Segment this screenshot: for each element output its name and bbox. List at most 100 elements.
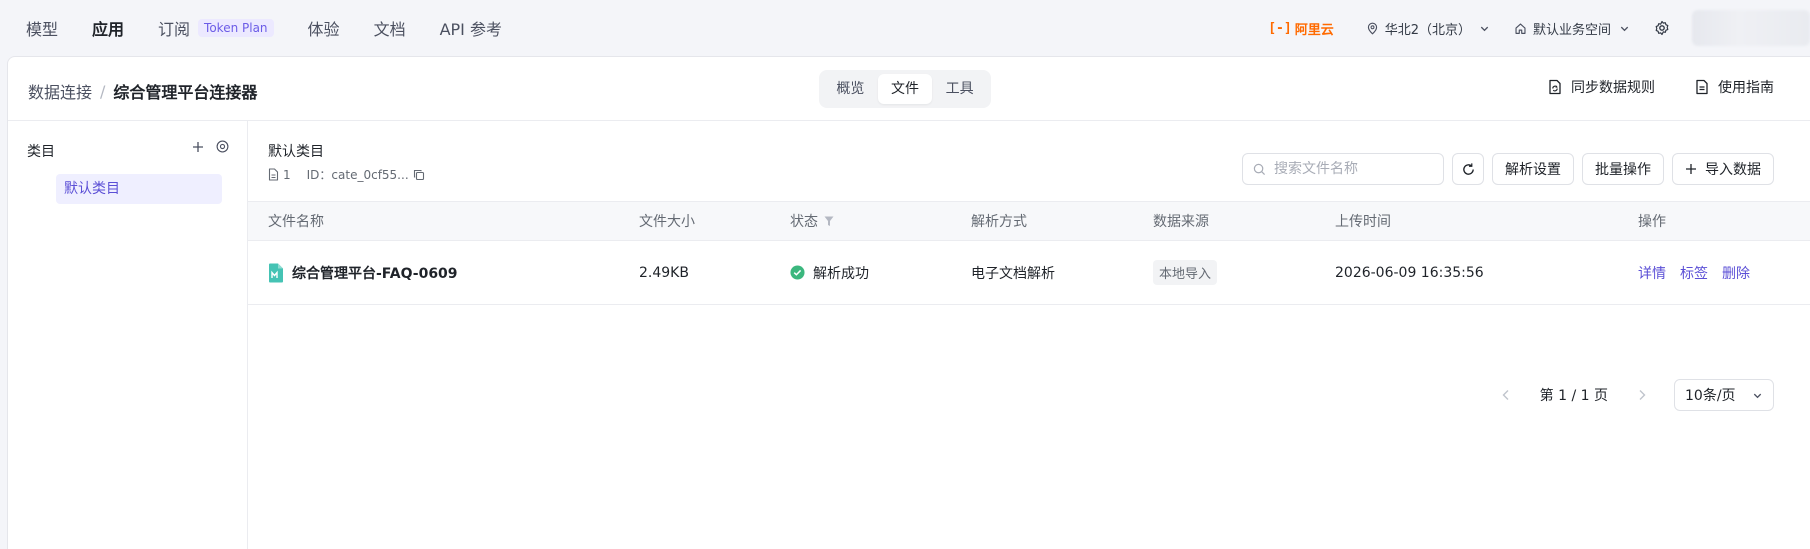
category-meta: 1 ID：cate_0cf55...	[268, 166, 425, 183]
refresh-button[interactable]	[1452, 153, 1484, 185]
workspace-selector[interactable]: 默认业务空间	[1514, 19, 1630, 38]
category-sidebar: 类目 默认类目	[8, 121, 248, 549]
breadcrumb-data-connections[interactable]: 数据连接	[28, 79, 92, 103]
column-header-parse-method: 解析方式	[971, 214, 1027, 230]
prev-page-button[interactable]	[1494, 389, 1518, 401]
next-page-button[interactable]	[1630, 389, 1654, 401]
column-header-data-source: 数据来源	[1153, 214, 1209, 230]
aliyun-logo-icon: [-]	[1268, 20, 1292, 36]
status-cell: 解析成功	[790, 241, 869, 304]
status-text: 解析成功	[813, 265, 869, 282]
file-toolbar: 解析设置 批量操作 导入数据	[1242, 153, 1774, 185]
document-icon	[1696, 79, 1708, 95]
pagination: 第 1 / 1 页 10条/页	[1494, 379, 1774, 411]
tags-link[interactable]: 标签	[1680, 263, 1708, 283]
nav-item-subscription[interactable]: 订阅 Token Plan	[158, 16, 274, 40]
view-tabs: 概览 文件 工具	[819, 70, 991, 108]
file-size: 2.49KB	[639, 264, 689, 281]
page-size-select[interactable]: 10条/页	[1674, 379, 1774, 411]
location-pin-icon	[1367, 22, 1377, 35]
breadcrumb: 数据连接 / 综合管理平台连接器	[28, 79, 257, 103]
search-icon	[1253, 163, 1266, 175]
token-plan-badge: Token Plan	[198, 19, 274, 37]
main-menu: 模型 应用 订阅 Token Plan 体验 文档 API 参考	[0, 16, 536, 40]
filter-icon	[824, 216, 834, 226]
nav-label: 模型	[26, 20, 59, 39]
upload-time: 2026-06-09 16:35:56	[1335, 264, 1484, 281]
tab-files[interactable]: 文件	[877, 74, 933, 104]
search-input[interactable]	[1274, 161, 1424, 177]
settings-gear-button[interactable]	[1654, 20, 1670, 36]
sync-document-icon	[1549, 79, 1561, 95]
category-item-default[interactable]: 默认类目	[56, 174, 222, 204]
file-icon	[268, 168, 279, 181]
status-filter-button[interactable]	[824, 216, 834, 227]
category-heading: 类目	[27, 144, 55, 160]
column-header-status: 状态	[790, 202, 834, 240]
table-header: 文件名称 文件大小 状态 解析方式 数据来源 上传时间 操作	[248, 201, 1810, 241]
category-actions	[180, 140, 229, 153]
gear-icon	[1655, 20, 1669, 36]
column-header-file-size: 文件大小	[639, 214, 695, 230]
plus-icon	[193, 141, 203, 152]
category-settings-button[interactable]	[216, 140, 229, 153]
add-category-button[interactable]	[192, 141, 204, 153]
column-header-upload-time: 上传时间	[1335, 214, 1391, 230]
file-content: 默认类目 1 ID：cate_0cf55... 解析设置 批量操作 导入数据	[248, 121, 1810, 549]
tab-overview[interactable]: 概览	[823, 74, 878, 104]
brand-logo[interactable]: [-] 阿里云	[1268, 19, 1334, 38]
nav-label: API 参考	[439, 20, 502, 39]
row-actions: 详情 标签 删除	[1638, 241, 1764, 304]
file-name[interactable]: 综合管理平台-FAQ-0609	[292, 263, 458, 283]
user-avatar[interactable]	[1692, 10, 1810, 46]
column-header-file-name: 文件名称	[268, 214, 324, 230]
copy-icon	[413, 169, 424, 180]
data-source-tag: 本地导入	[1153, 260, 1218, 285]
page-indicator: 第 1 / 1 页	[1539, 388, 1608, 404]
settings-circle-icon	[216, 140, 229, 153]
markdown-file-icon	[269, 263, 283, 282]
nav-label: 体验	[307, 20, 340, 39]
data-source-cell: 本地导入	[1153, 241, 1218, 304]
file-search-box[interactable]	[1242, 153, 1444, 185]
nav-item-api-reference[interactable]: API 参考	[440, 16, 502, 40]
category-id: ID：cate_0cf55...	[306, 168, 409, 182]
refresh-icon	[1462, 162, 1474, 175]
sync-rules-button[interactable]: 同步数据规则	[1548, 77, 1655, 97]
details-link[interactable]: 详情	[1638, 263, 1666, 283]
parse-method: 电子文档解析	[971, 265, 1055, 282]
main-panel: 数据连接 / 综合管理平台连接器 概览 文件 工具 同步数据规则 使用指南 类目	[7, 56, 1810, 549]
nav-item-experience[interactable]: 体验	[308, 16, 340, 40]
check-circle-icon	[790, 265, 805, 280]
user-guide-label: 使用指南	[1718, 80, 1774, 96]
file-table: 文件名称 文件大小 状态 解析方式 数据来源 上传时间 操作 综合管理平台-FA…	[248, 201, 1810, 305]
region-label: 华北2（北京）	[1384, 22, 1471, 38]
chevron-down-icon	[1620, 26, 1629, 31]
workspace-label: 默认业务空间	[1532, 22, 1611, 38]
chevron-down-icon	[1480, 26, 1489, 31]
status-header-label: 状态	[790, 214, 818, 230]
chevron-right-icon	[1639, 390, 1646, 400]
column-header-actions: 操作	[1638, 214, 1666, 230]
nav-label: 文档	[373, 20, 406, 39]
nav-item-models[interactable]: 模型	[26, 16, 58, 40]
chevron-left-icon	[1502, 390, 1509, 400]
nav-label: 应用	[92, 20, 125, 39]
delete-link[interactable]: 删除	[1722, 263, 1750, 283]
copy-id-button[interactable]	[413, 169, 425, 181]
import-data-button[interactable]: 导入数据	[1672, 153, 1774, 185]
chevron-down-icon	[1753, 393, 1762, 398]
import-data-label: 导入数据	[1705, 162, 1761, 178]
tab-tools[interactable]: 工具	[932, 74, 987, 104]
nav-label: 订阅	[158, 20, 191, 39]
user-guide-button[interactable]: 使用指南	[1695, 77, 1774, 97]
file-name-cell: 综合管理平台-FAQ-0609	[268, 241, 458, 304]
category-title: 默认类目	[268, 144, 324, 160]
breadcrumb-separator: /	[100, 81, 106, 101]
nav-item-docs[interactable]: 文档	[374, 16, 406, 40]
page-title: 综合管理平台连接器	[113, 83, 258, 102]
parse-settings-button[interactable]: 解析设置	[1492, 153, 1574, 185]
batch-operations-button[interactable]: 批量操作	[1582, 153, 1664, 185]
region-selector[interactable]: 华北2（北京）	[1366, 19, 1490, 38]
nav-item-applications[interactable]: 应用	[92, 16, 124, 40]
